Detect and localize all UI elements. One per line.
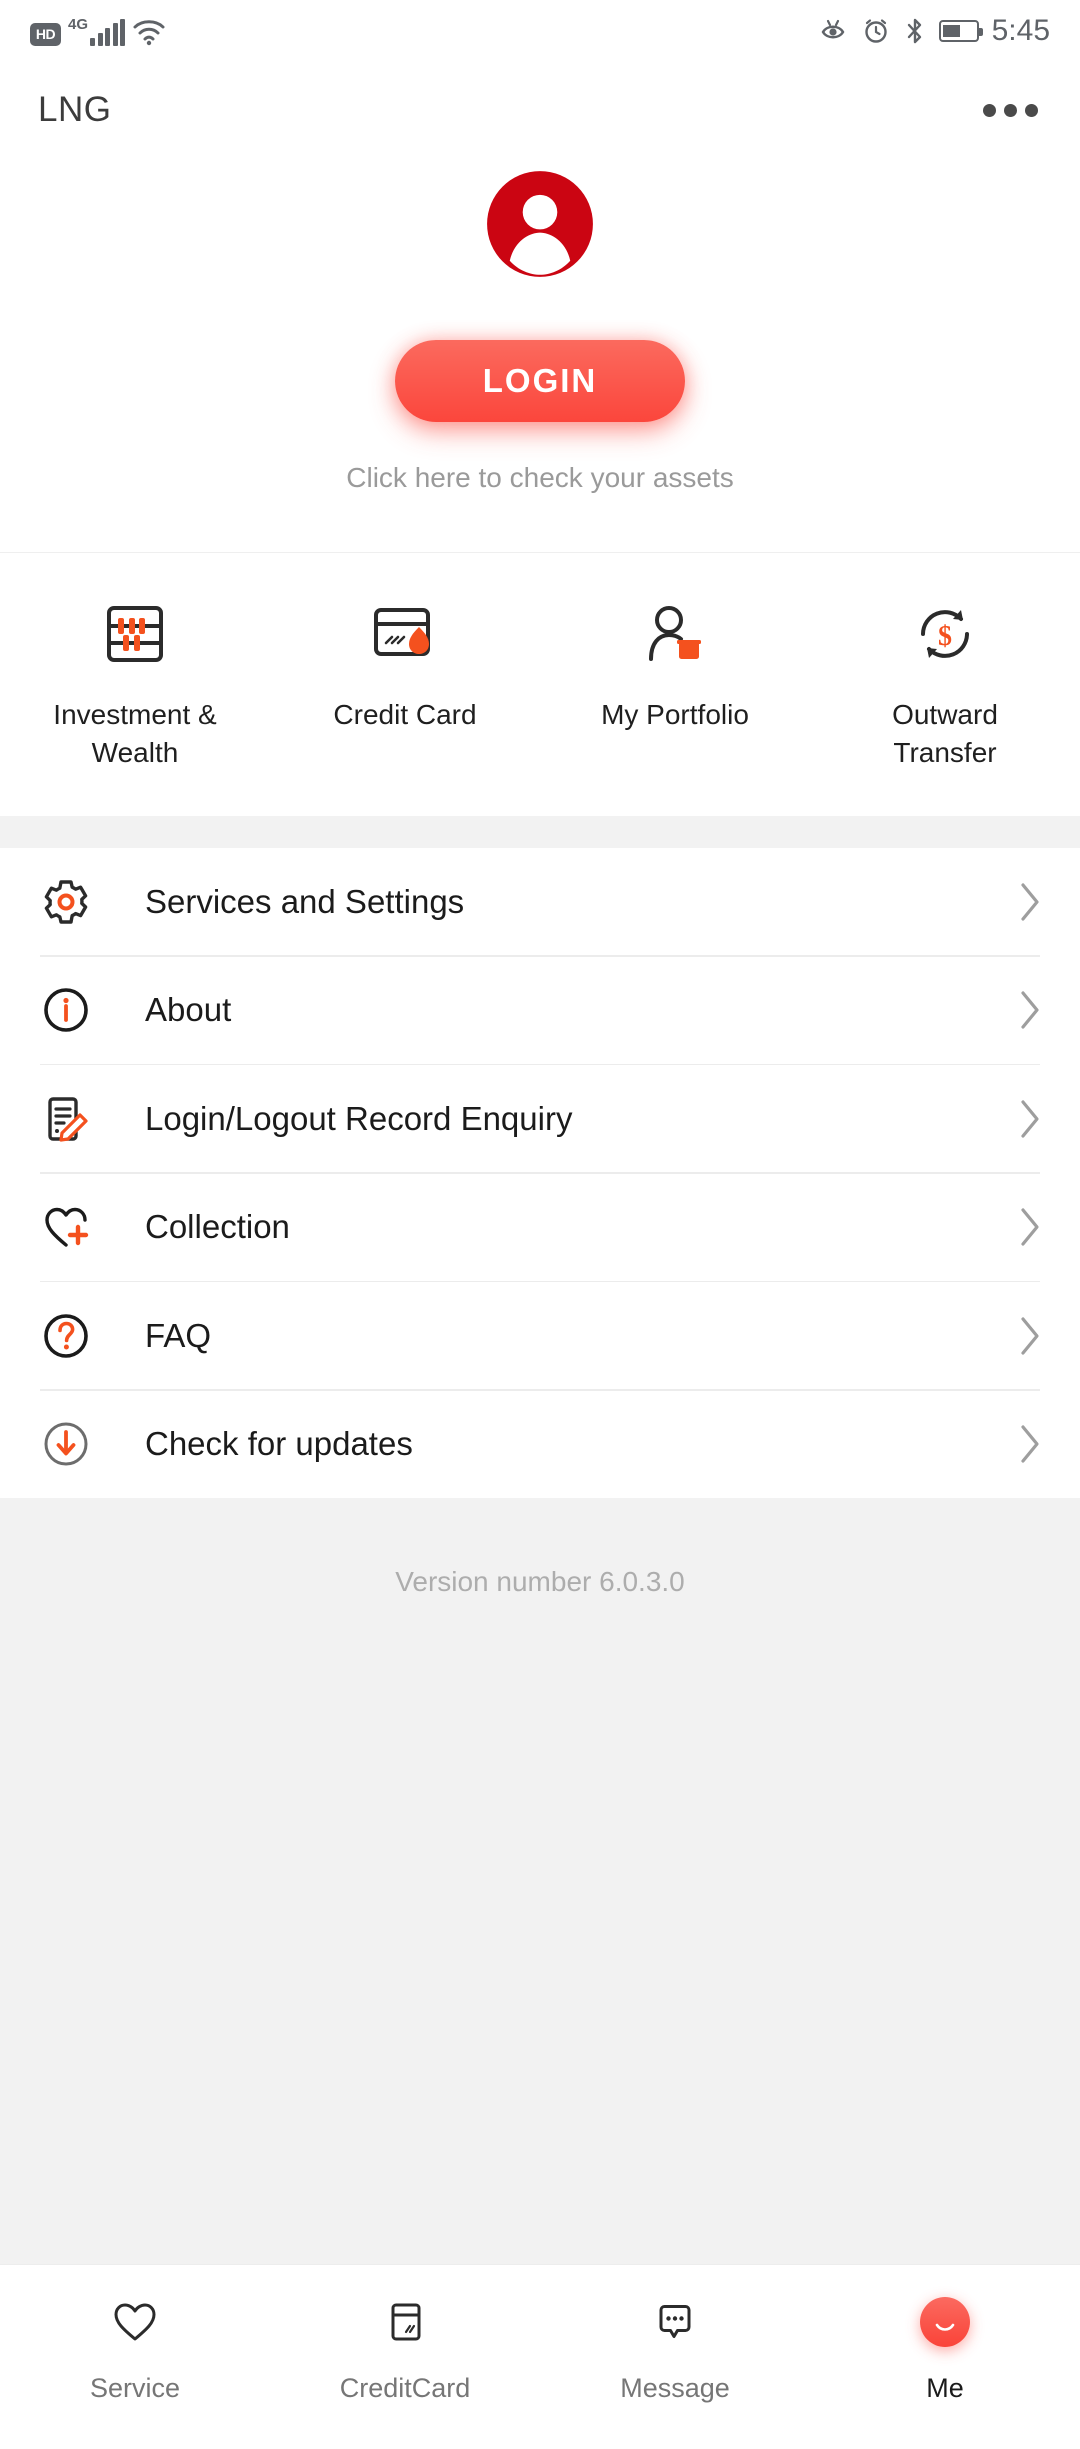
menu-item-label: Services and Settings <box>145 882 465 920</box>
settings-menu-list: Services and Settings About Login/Logout… <box>0 848 1080 1498</box>
heart-icon <box>112 2291 158 2353</box>
profile-header: LOGIN Click here to check your assets <box>0 158 1080 553</box>
alarm-icon <box>864 19 887 43</box>
login-button[interactable]: LOGIN <box>395 340 685 422</box>
info-circle-icon <box>38 986 94 1034</box>
status-bar-left: HD 4G <box>30 16 166 46</box>
dot <box>1025 103 1038 117</box>
eye-comfort-icon <box>821 19 844 39</box>
chevron-right-icon <box>1021 1425 1039 1463</box>
dot <box>983 103 996 117</box>
tab-creditcard[interactable]: CreditCard <box>270 2291 540 2449</box>
credit-card-flame-icon <box>371 605 439 663</box>
section-divider <box>0 816 1080 849</box>
status-bar-right: 5:45 <box>818 14 1050 48</box>
signal-icon: 4G <box>68 16 126 46</box>
smile-arc-icon <box>935 2323 955 2331</box>
person-briefcase-icon <box>643 605 707 663</box>
menu-item-label: About <box>145 991 232 1029</box>
menu-item-check-for-updates[interactable]: Check for updates <box>0 1391 1080 1498</box>
tab-label: Me <box>926 2373 964 2403</box>
network-type-label: 4G <box>68 16 89 33</box>
menu-item-label: Check for updates <box>145 1425 413 1463</box>
menu-item-faq[interactable]: FAQ <box>0 1282 1080 1389</box>
quick-action-credit-card[interactable]: Credit Card <box>270 605 540 772</box>
gear-icon <box>38 878 94 926</box>
menu-item-services-and-settings[interactable]: Services and Settings <box>0 848 1080 955</box>
svg-text:$: $ <box>938 621 952 652</box>
version-text: Version number 6.0.3.0 <box>395 1565 685 1597</box>
tab-label: Service <box>89 2373 181 2403</box>
chevron-right-icon <box>1021 1317 1039 1355</box>
user-avatar[interactable] <box>486 170 594 278</box>
tab-label: Message <box>620 2373 730 2403</box>
quick-action-label: My Portfolio <box>601 699 749 730</box>
quick-action-label: Credit Card <box>333 699 477 730</box>
chat-bubble-icon <box>652 2291 698 2353</box>
transfer-dollar-icon: $ <box>914 605 976 663</box>
dot <box>1004 103 1017 117</box>
heart-plus-icon <box>38 1203 94 1251</box>
me-avatar-icon <box>920 2291 970 2353</box>
app-bar: LNG <box>0 62 1080 158</box>
page-title: LNG <box>38 90 112 129</box>
question-circle-icon <box>38 1312 94 1360</box>
battery-icon <box>938 20 983 42</box>
login-hint-text: Click here to check your assets <box>346 462 734 493</box>
menu-item-about[interactable]: About <box>0 957 1080 1064</box>
bottom-tab-bar: Service CreditCard Message Me <box>0 2264 1080 2449</box>
wifi-icon <box>133 20 165 46</box>
menu-item-label: Login/Logout Record Enquiry <box>145 1099 573 1137</box>
signal-bars <box>90 19 126 46</box>
quick-action-outward-transfer[interactable]: $ Outward Transfer <box>810 605 1080 772</box>
more-options-button[interactable] <box>979 90 1042 131</box>
quick-actions-row: Investment & Wealth Credit Card My Portf… <box>0 553 1080 817</box>
chevron-right-icon <box>1021 883 1039 921</box>
tab-label: CreditCard <box>339 2373 471 2403</box>
version-footer: Version number 6.0.3.0 <box>0 1497 1080 2264</box>
abacus-icon <box>103 605 167 663</box>
menu-item-collection[interactable]: Collection <box>0 1174 1080 1281</box>
status-bar: HD 4G 5:45 <box>0 0 1080 62</box>
tab-service[interactable]: Service <box>0 2291 270 2449</box>
chevron-right-icon <box>1021 991 1039 1029</box>
document-pencil-icon <box>38 1095 94 1143</box>
status-bar-time: 5:45 <box>991 14 1050 47</box>
tab-message[interactable]: Message <box>540 2291 810 2449</box>
menu-item-label: FAQ <box>145 1316 212 1354</box>
card-icon <box>382 2291 428 2353</box>
chevron-right-icon <box>1021 1100 1039 1138</box>
bluetooth-icon <box>907 18 921 44</box>
menu-item-login-logout-record-enquiry[interactable]: Login/Logout Record Enquiry <box>0 1065 1080 1172</box>
download-circle-icon <box>38 1420 94 1468</box>
app-screen: HD 4G 5:45 LNG LOGIN Click here to check… <box>0 0 1080 2449</box>
quick-action-label: Outward Transfer <box>892 699 998 769</box>
quick-action-label: Investment & Wealth <box>53 699 217 769</box>
menu-item-label: Collection <box>145 1208 290 1246</box>
tab-me[interactable]: Me <box>810 2291 1080 2449</box>
chevron-right-icon <box>1021 1208 1039 1246</box>
quick-action-investment-wealth[interactable]: Investment & Wealth <box>0 605 270 772</box>
hd-icon: HD <box>30 23 61 46</box>
me-active-circle <box>920 2297 970 2347</box>
quick-action-my-portfolio[interactable]: My Portfolio <box>540 605 810 772</box>
